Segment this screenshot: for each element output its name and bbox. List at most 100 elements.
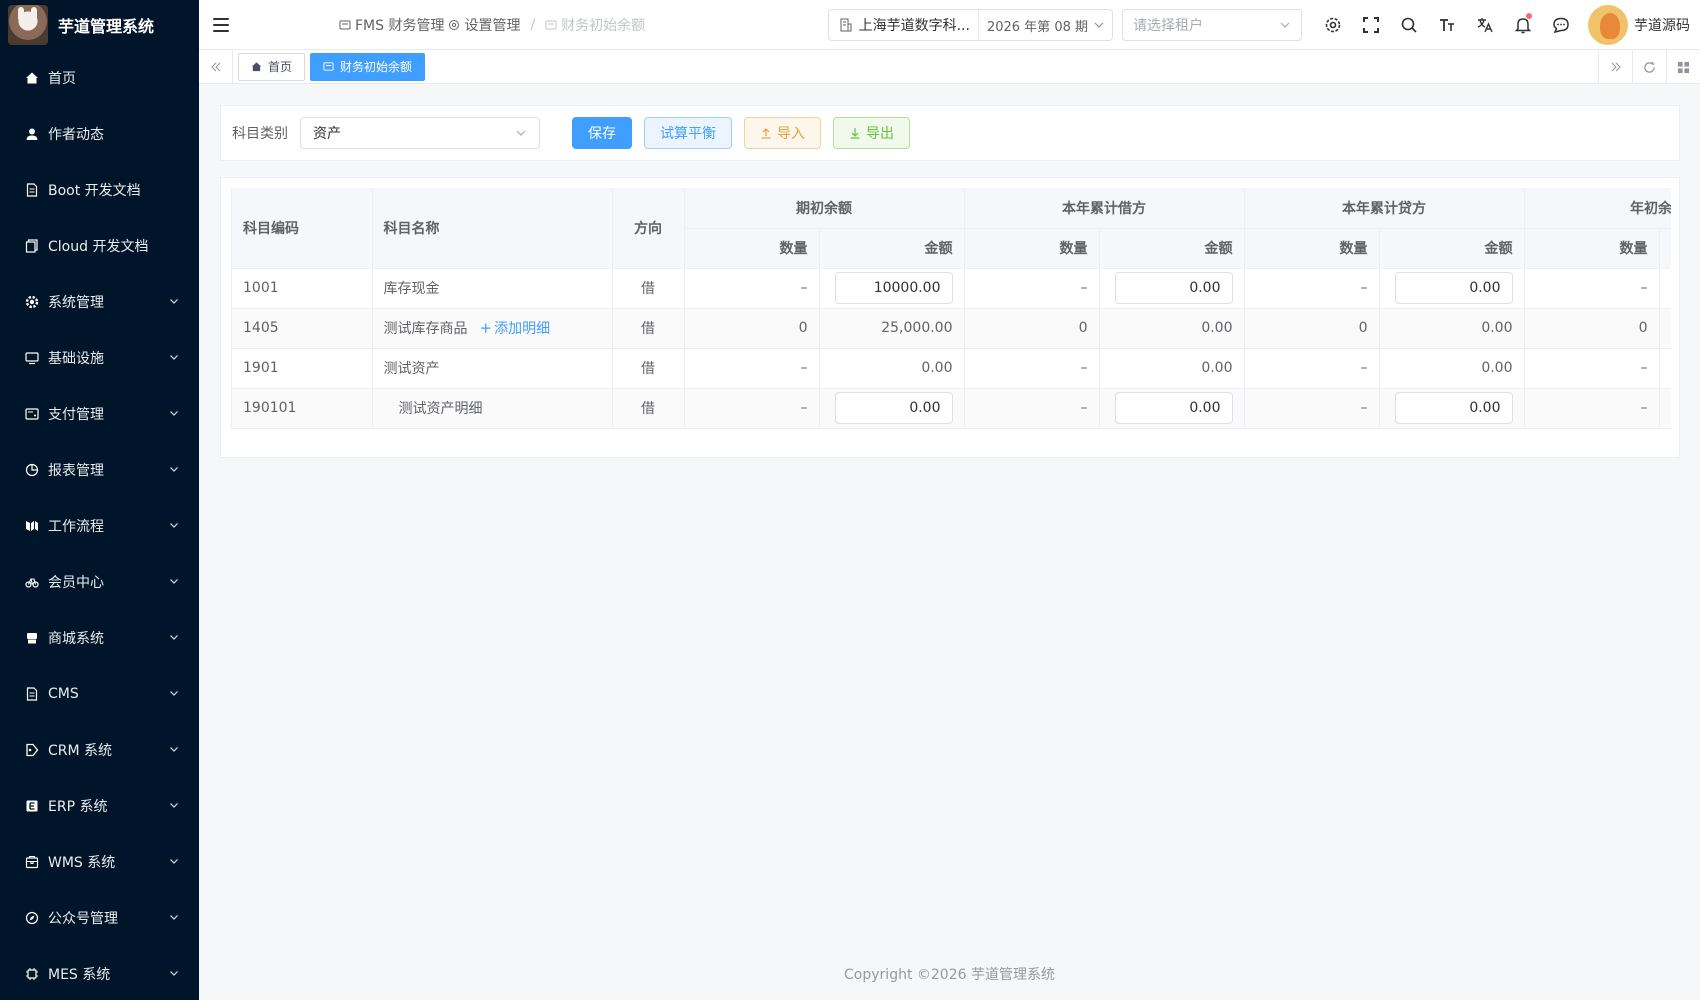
cell-amount: 0.00 [1379,388,1525,429]
cell-qty: – [964,348,1100,389]
footer: Copyright ©2026 芋道管理系统 [844,967,1055,983]
category-select[interactable]: 资产 [300,117,540,149]
chevron-down-icon [170,355,178,360]
cell-amount: 0.00 [1099,308,1245,349]
cell-qty: – [964,268,1100,309]
company-name: 上海芋道数字科... [858,18,970,34]
chevron-down-icon [170,579,178,584]
menu-toggle-icon[interactable] [213,17,229,32]
cell-amount: 0.00 [819,348,965,389]
cell-direction: 借 [612,268,685,309]
search-icon[interactable] [1390,0,1428,50]
chevron-down-icon [1094,22,1104,28]
header-qty: 数量 [684,228,820,269]
main-content: 科目类别 资产 保存 试算平衡 导入 导出 科目编码 科目名称 方向 期初余额 … [199,84,1700,1000]
table-body: 1001 库存现金借 –10000.00–0.00–0.00–1405 测试库存商品 +… [232,268,1671,429]
sidebar: 芋道管理系统 首页 作者动态 Boot 开发文档 Cloud 开发文档系统管理 基础设施… [0,0,199,1000]
sidebar-item[interactable]: 商城系统 [0,610,199,666]
save-button[interactable]: 保存 [572,117,632,149]
sidebar-item[interactable]: 首页 [0,50,199,106]
sidebar-item[interactable]: MES 系统 [0,946,199,1000]
sidebar-item[interactable]: 基础设施 [0,330,199,386]
sidebar-item[interactable]: 系统管理 [0,274,199,330]
cell-qty: – [1524,348,1660,389]
import-button[interactable]: 导入 [744,117,821,149]
sidebar-item-label: 支付管理 [48,407,104,423]
cell-name: 测试资产明细 [372,388,613,429]
breadcrumb-item-fms[interactable]: FMS 财务管理 [339,15,444,35]
home-icon [24,70,40,86]
header-group-opening: 期初余额 [684,188,965,229]
scroll-right-icon[interactable] [1598,50,1632,84]
tags-bar: 首页 财务初始余额 [199,49,1700,84]
breadcrumb-separator: / [530,16,536,33]
refresh-icon[interactable] [1632,50,1666,84]
export-button[interactable]: 导出 [833,117,910,149]
amount-input[interactable]: 0.00 [1114,272,1233,304]
table-scroll[interactable]: 科目编码 科目名称 方向 期初余额 本年累计借方 本年累计贷方 年初余额 数量 … [231,188,1671,429]
company-selector[interactable]: 上海芋道数字科... [829,10,979,40]
grid-menu-icon[interactable] [1666,50,1700,84]
chevron-down-icon [170,299,178,304]
amount-input[interactable]: 0.00 [834,392,953,424]
cell-qty: – [964,388,1100,429]
breadcrumb-label: 财务初始余额 [561,17,646,34]
sidebar-item[interactable]: 报表管理 [0,442,199,498]
cell-code: 1001 [232,268,373,309]
tab-initial-balance[interactable]: 财务初始余额 [310,52,426,81]
font-size-icon[interactable] [1428,0,1466,50]
header: FMS 财务管理 设置管理 / 财务初始余额 上海芋道数字科... 2026 年… [199,0,1700,50]
chevron-down-icon [170,859,178,864]
balance-icon [323,62,334,71]
company-period-selector[interactable]: 上海芋道数字科... 2026 年第 08 期 [827,9,1113,41]
scroll-left-icon[interactable] [199,49,233,84]
header-right: 上海芋道数字科... 2026 年第 08 期 请选择租户 芋道源码 [827,0,1700,50]
sidebar-item[interactable]: WMS 系统 [0,834,199,890]
gear-icon[interactable] [1314,0,1352,50]
chat-icon[interactable] [1542,0,1580,50]
document-icon [24,686,40,702]
header-qty: 数量 [1244,228,1380,269]
chevron-down-icon [170,971,178,976]
cell-amount: 25,000.00 [819,308,965,349]
tab-home[interactable]: 首页 [238,52,306,81]
sidebar-item[interactable]: 作者动态 [0,106,199,162]
logo[interactable]: 芋道管理系统 [0,0,199,50]
breadcrumb-item-settings[interactable]: 设置管理 [448,15,520,35]
avatar [1588,5,1628,45]
amount-input[interactable]: 0.00 [1394,392,1513,424]
sidebar-item-label: Boot 开发文档 [48,183,141,199]
balance-table: 科目编码 科目名称 方向 期初余额 本年累计借方 本年累计贷方 年初余额 数量 … [232,188,1671,429]
period-selector[interactable]: 2026 年第 08 期 [979,16,1112,35]
sidebar-item[interactable]: ERP 系统 [0,778,199,834]
fullscreen-icon[interactable] [1352,0,1390,50]
sidebar-item[interactable]: CRM 系统 [0,722,199,778]
add-detail-link[interactable]: 添加明细 [494,321,550,337]
sidebar-item[interactable]: Boot 开发文档 [0,162,199,218]
trial-balance-button[interactable]: 试算平衡 [644,117,732,149]
sidebar-item-label: Cloud 开发文档 [48,239,149,255]
cell-direction: 借 [612,348,685,389]
sidebar-item[interactable]: 会员中心 [0,554,199,610]
header-group-year-start: 年初余额 [1524,188,1671,229]
user-icon [24,126,40,142]
gear-icon [449,19,460,30]
sidebar-item[interactable]: CMS [0,666,199,722]
sidebar-item[interactable]: 支付管理 [0,386,199,442]
export-label: 导出 [866,126,894,142]
sidebar-item[interactable]: 工作流程 [0,498,199,554]
sidebar-item-label: ERP 系统 [48,799,108,815]
bicycle-icon [24,574,40,590]
amount-input[interactable]: 0.00 [1394,272,1513,304]
tenant-select[interactable]: 请选择租户 [1122,9,1302,41]
chevron-down-icon [170,523,178,528]
sidebar-item[interactable]: 公众号管理 [0,890,199,946]
user-menu[interactable]: 芋道源码 [1588,5,1690,45]
sidebar-item[interactable]: Cloud 开发文档 [0,218,199,274]
upload-icon [761,128,771,139]
amount-input[interactable]: 0.00 [1114,392,1233,424]
amount-input[interactable]: 10000.00 [834,272,953,304]
cell-amount: 0.00 [1379,268,1525,309]
translate-icon[interactable] [1466,0,1504,50]
bell-icon[interactable] [1504,0,1542,50]
